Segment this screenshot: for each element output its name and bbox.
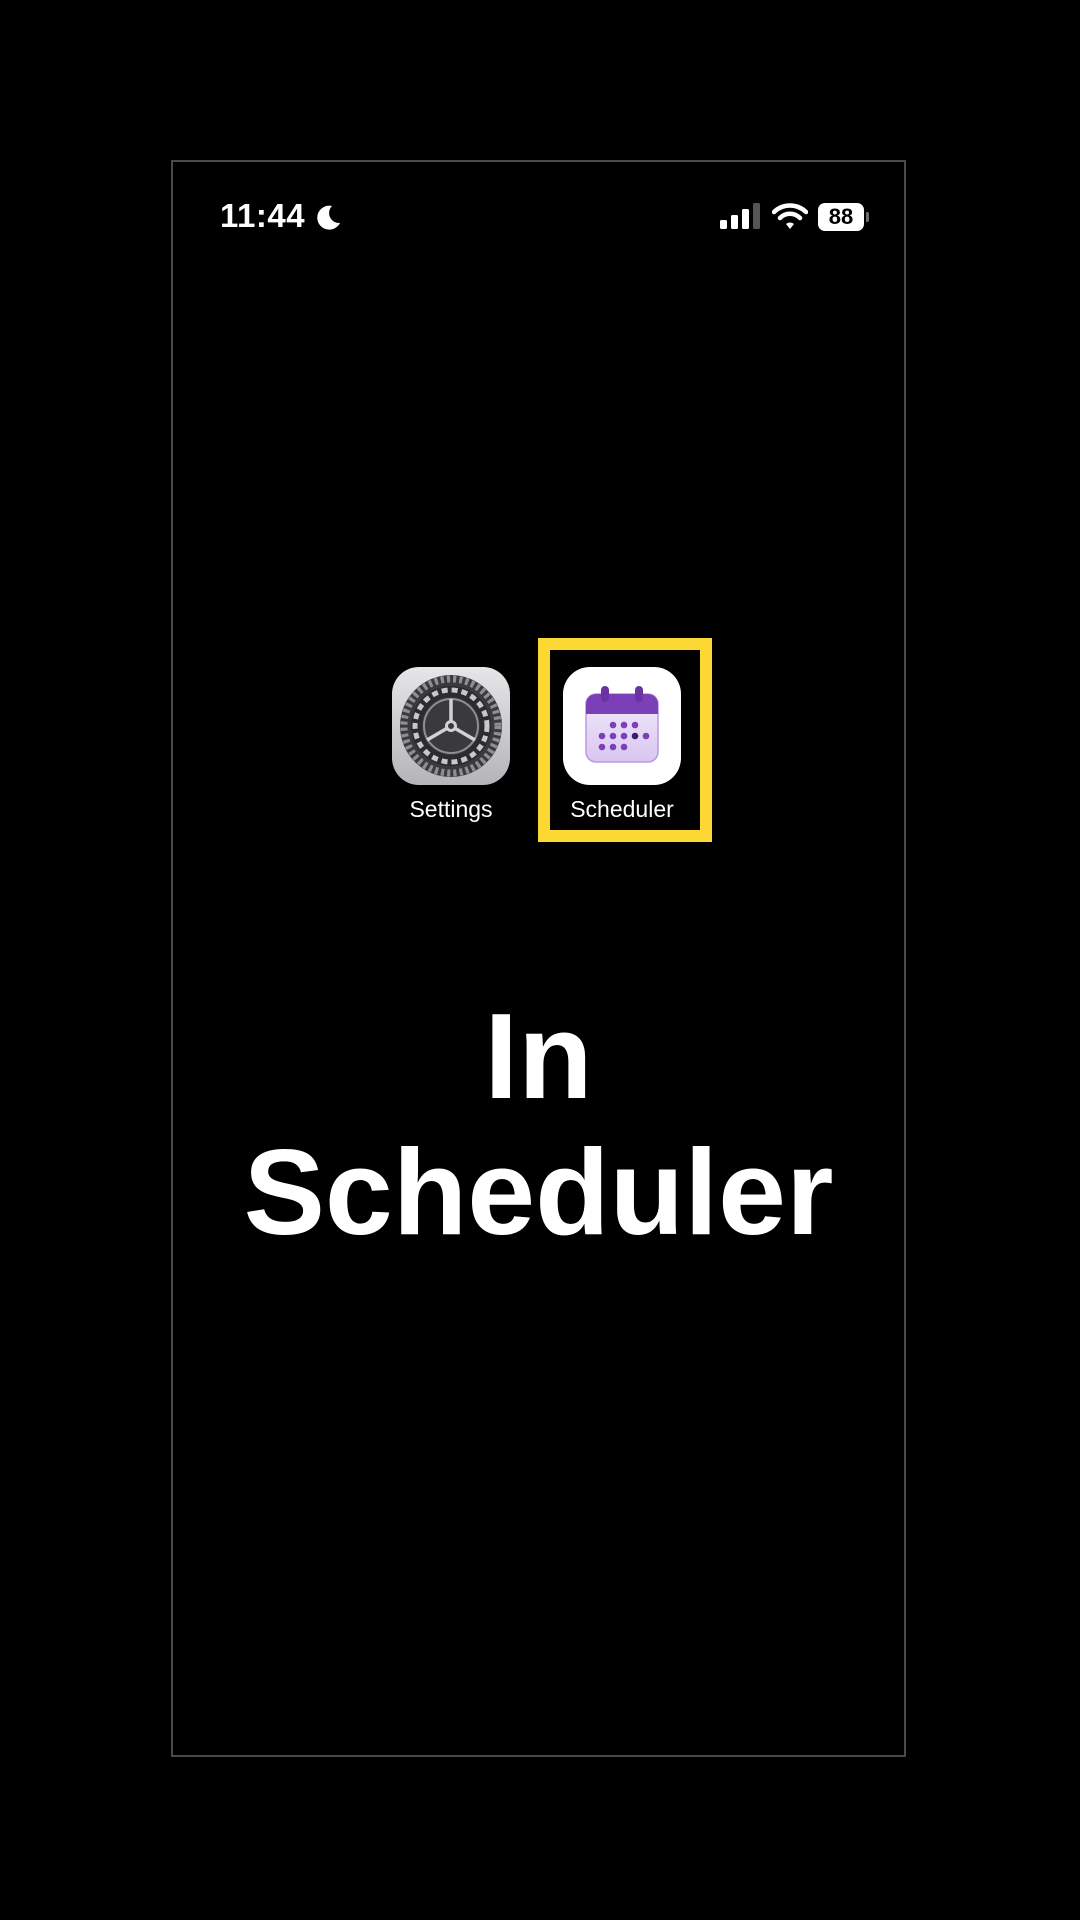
highlight-box bbox=[538, 638, 712, 842]
battery-level: 88 bbox=[818, 203, 864, 231]
caption-line-1: In bbox=[484, 988, 593, 1124]
signal-icon bbox=[720, 203, 760, 229]
app-label-settings: Settings bbox=[409, 796, 493, 822]
moon-icon bbox=[317, 205, 340, 230]
battery-icon: 88 bbox=[818, 203, 869, 231]
status-time: 11:44 bbox=[220, 197, 306, 234]
phone-frame bbox=[171, 160, 906, 1757]
app-settings[interactable]: Settings bbox=[371, 667, 531, 823]
caption: In Scheduler bbox=[171, 988, 906, 1260]
wifi-icon bbox=[772, 203, 808, 229]
battery-cap bbox=[866, 212, 869, 222]
caption-line-2: Scheduler bbox=[243, 1124, 834, 1260]
gear-icon bbox=[392, 667, 510, 785]
